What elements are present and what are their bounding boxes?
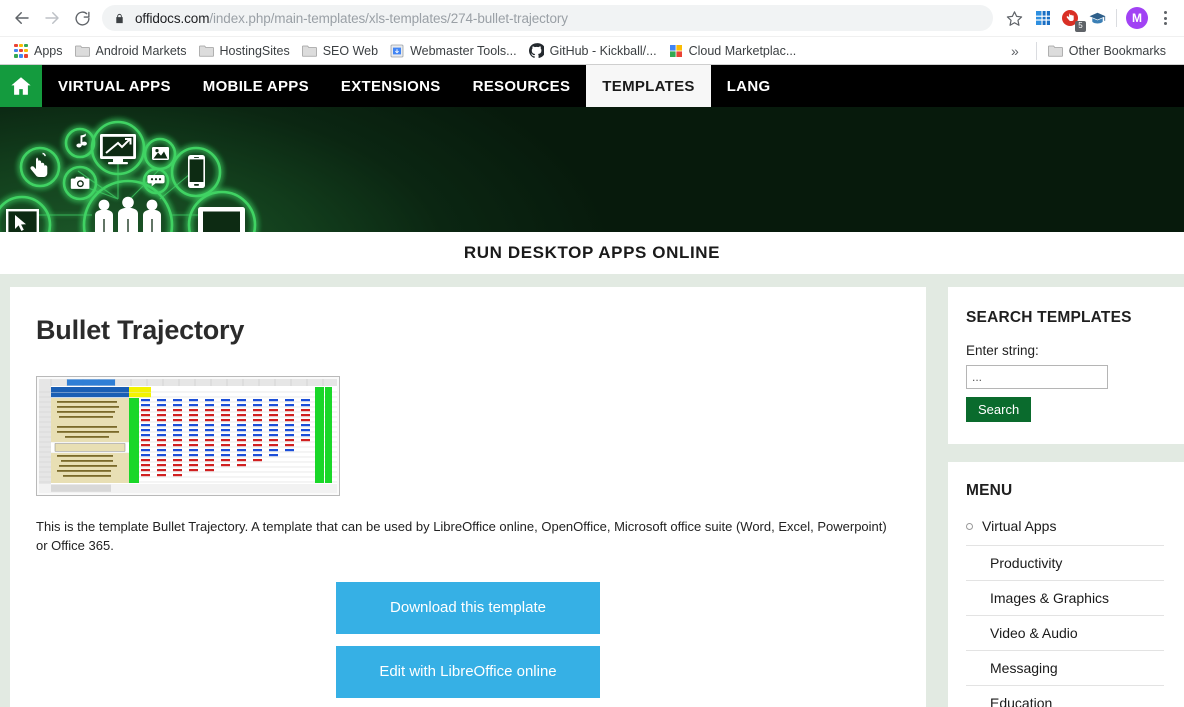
sidebar-gap: [948, 444, 1184, 462]
folder-icon: [1048, 44, 1063, 57]
bookmark-label: Webmaster Tools...: [410, 44, 517, 58]
monitor-icon: [100, 134, 136, 164]
webmaster-tools-icon: [390, 44, 404, 58]
search-templates-panel: SEARCH TEMPLATES Enter string: Search: [948, 287, 1184, 444]
nav-item-virtual-apps[interactable]: VIRTUAL APPS: [42, 65, 187, 107]
page-subtitle: RUN DESKTOP APPS ONLINE: [464, 243, 720, 263]
nav-item-extensions[interactable]: EXTENSIONS: [325, 65, 457, 107]
cloud-marketplace-icon: [669, 44, 683, 58]
bookmark-seo-web[interactable]: SEO Web: [298, 41, 386, 61]
graduation-cap-extension-icon[interactable]: [1087, 8, 1107, 28]
bookmark-android-markets[interactable]: Android Markets: [71, 41, 195, 61]
address-bar[interactable]: offidocs.com/index.php/main-templates/xl…: [102, 5, 993, 31]
action-buttons: Download this template Edit with LibreOf…: [36, 582, 900, 707]
music-note-icon: [76, 133, 87, 147]
bookmark-hostingsites[interactable]: HostingSites: [195, 41, 298, 61]
three-dot-menu-icon[interactable]: [1154, 5, 1176, 31]
folder-icon: [199, 44, 214, 57]
folder-icon: [302, 44, 317, 57]
search-field-label: Enter string:: [966, 343, 1164, 358]
template-thumbnail[interactable]: [36, 376, 340, 496]
back-arrow-icon[interactable]: [8, 4, 36, 32]
url-host: offidocs.com: [135, 11, 209, 26]
browser-toolbar: offidocs.com/index.php/main-templates/xl…: [0, 0, 1184, 36]
apps-grid-icon: [14, 44, 28, 58]
chat-bubble-icon: [147, 175, 164, 186]
sidebar-item-label: Virtual Apps: [982, 518, 1056, 534]
reload-icon[interactable]: [68, 4, 96, 32]
touch-hand-icon: [30, 154, 47, 178]
url-path: /index.php/main-templates/xls-templates/…: [209, 11, 568, 26]
bookmark-label: Other Bookmarks: [1069, 44, 1166, 58]
folder-icon: [75, 44, 90, 57]
bookmarks-bar: Apps Android Markets HostingSites SEO We…: [0, 36, 1184, 64]
bookmark-apps[interactable]: Apps: [10, 41, 71, 61]
spreadsheet-preview-image: [39, 379, 337, 493]
menu-heading: MENU: [966, 482, 1164, 500]
home-icon: [9, 74, 33, 98]
bookmark-github[interactable]: GitHub - Kickball/...: [525, 40, 665, 61]
page-title: Bullet Trajectory: [36, 315, 900, 346]
browser-chrome: offidocs.com/index.php/main-templates/xl…: [0, 0, 1184, 65]
bookmarks-divider: [1036, 42, 1037, 60]
extension-badge-count: 5: [1075, 21, 1086, 32]
home-button[interactable]: [0, 65, 42, 107]
nav-item-resources[interactable]: RESOURCES: [457, 65, 587, 107]
page-body: Bullet Trajectory: [0, 274, 1184, 707]
nav-item-mobile-apps[interactable]: MOBILE APPS: [187, 65, 325, 107]
bookmark-label: GitHub - Kickball/...: [550, 44, 657, 58]
menu-panel: MENU Virtual Apps Productivity Images & …: [948, 462, 1184, 707]
sidebar-item-images-graphics[interactable]: Images & Graphics: [966, 580, 1164, 615]
bookmark-label: Android Markets: [96, 44, 187, 58]
bullet-circle-icon: [966, 523, 973, 530]
smartphone-icon: [188, 155, 205, 188]
github-icon: [529, 43, 544, 58]
bookmark-label: Cloud Marketplac...: [689, 44, 797, 58]
red-hand-extension-icon[interactable]: 5: [1060, 8, 1080, 28]
bookmark-label: Apps: [34, 44, 63, 58]
bookmark-label: SEO Web: [323, 44, 378, 58]
camera-icon: [71, 177, 90, 189]
lock-icon: [112, 11, 126, 25]
download-template-button[interactable]: Download this template: [336, 582, 600, 634]
main-content-card: Bullet Trajectory: [10, 287, 926, 707]
nav-item-lang[interactable]: LANG: [711, 65, 787, 107]
picture-icon: [152, 147, 169, 160]
sidebar-item-video-audio[interactable]: Video & Audio: [966, 615, 1164, 650]
search-button[interactable]: Search: [966, 397, 1031, 422]
nav-item-templates[interactable]: TEMPLATES: [586, 65, 710, 107]
search-templates-heading: SEARCH TEMPLATES: [966, 309, 1164, 327]
tablet-icon: [198, 207, 245, 232]
edit-libreoffice-button[interactable]: Edit with LibreOffice online: [336, 646, 600, 698]
bookmark-cloud-marketplace[interactable]: Cloud Marketplac...: [665, 41, 805, 61]
sidebar-item-messaging[interactable]: Messaging: [966, 650, 1164, 685]
bookmark-webmaster-tools[interactable]: Webmaster Tools...: [386, 41, 525, 61]
cursor-arrow-icon: [6, 209, 39, 232]
extension-icons: 5: [1033, 8, 1107, 28]
hero-banner: [0, 107, 1184, 232]
toolbar-divider: [1116, 9, 1117, 27]
banner-artwork: [0, 107, 420, 232]
bookmarks-overflow-button[interactable]: »: [1001, 43, 1029, 59]
blue-grid-extension-icon[interactable]: [1033, 8, 1053, 28]
bookmark-other-bookmarks[interactable]: Other Bookmarks: [1044, 41, 1174, 61]
sidebar: SEARCH TEMPLATES Enter string: Search ME…: [948, 287, 1184, 707]
sidebar-item-education[interactable]: Education: [966, 685, 1164, 707]
template-description: This is the template Bullet Trajectory. …: [36, 518, 900, 556]
star-icon[interactable]: [1001, 5, 1027, 31]
page-subtitle-bar: RUN DESKTOP APPS ONLINE: [0, 232, 1184, 274]
forward-arrow-icon[interactable]: [38, 4, 66, 32]
search-input[interactable]: [966, 365, 1108, 389]
site-navigation-bar: VIRTUAL APPS MOBILE APPS EXTENSIONS RESO…: [0, 65, 1184, 107]
avatar[interactable]: M: [1126, 7, 1148, 29]
sidebar-item-productivity[interactable]: Productivity: [966, 545, 1164, 580]
url-text: offidocs.com/index.php/main-templates/xl…: [135, 11, 568, 26]
bookmark-label: HostingSites: [220, 44, 290, 58]
sidebar-item-virtual-apps[interactable]: Virtual Apps: [966, 516, 1164, 545]
